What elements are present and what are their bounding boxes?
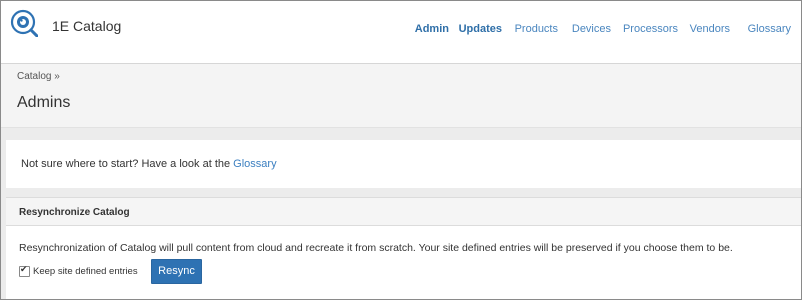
nav-item-vendors[interactable]: Vendors xyxy=(690,23,730,35)
info-panel: Not sure where to start? Have a look at … xyxy=(6,140,801,188)
info-text: Not sure where to start? Have a look at … xyxy=(21,158,277,170)
resync-panel-header: Resynchronize Catalog xyxy=(6,198,801,226)
breadcrumb-catalog[interactable]: Catalog xyxy=(17,71,51,82)
nav-item-updates[interactable]: Updates xyxy=(459,23,502,35)
app-window: 1E Catalog Admin Updates Products Device… xyxy=(0,0,802,300)
resync-panel: Resynchronize Catalog Resynchronization … xyxy=(6,197,801,299)
nav-item-products[interactable]: Products xyxy=(515,23,558,35)
nav-item-processors[interactable]: Processors xyxy=(623,23,678,35)
keep-entries-checkbox[interactable] xyxy=(19,264,30,277)
info-prefix: Not sure where to start? Have a look at … xyxy=(21,158,234,170)
brand-title[interactable]: 1E Catalog xyxy=(52,18,121,34)
nav-item-admin[interactable]: Admin xyxy=(415,23,449,35)
glossary-link[interactable]: Glossary xyxy=(233,158,276,170)
magnifier-eye-icon[interactable] xyxy=(10,9,38,37)
page-title: Admins xyxy=(17,94,71,111)
keep-entries-label[interactable]: Keep site defined entries xyxy=(33,266,138,277)
top-navbar: 1E Catalog Admin Updates Products Device… xyxy=(1,1,801,64)
resync-button[interactable]: Resync xyxy=(151,259,202,284)
breadcrumb-separator: » xyxy=(54,71,60,82)
nav-item-devices[interactable]: Devices xyxy=(572,23,611,35)
resync-heading: Resynchronize Catalog xyxy=(19,207,130,218)
page-header: Catalog » Admins xyxy=(1,64,801,128)
resync-description: Resynchronization of Catalog will pull c… xyxy=(19,242,733,254)
nav-item-glossary[interactable]: Glossary xyxy=(748,23,791,35)
breadcrumb: Catalog » xyxy=(17,71,60,82)
